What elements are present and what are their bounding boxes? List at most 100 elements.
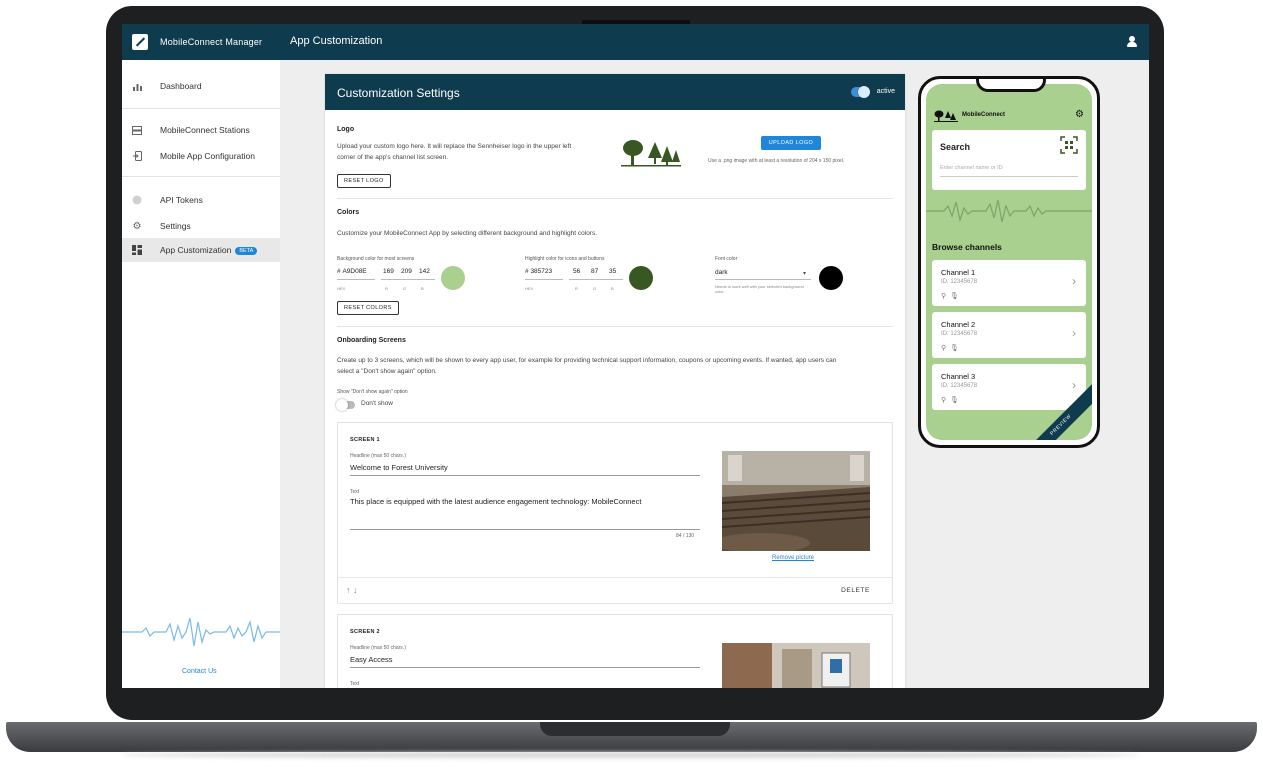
font-color-select[interactable]: dark	[715, 269, 728, 276]
dashboard-grid-icon	[132, 245, 142, 255]
g-sublabel: G	[403, 286, 407, 291]
dont-show-option-label: Show "Don't show again" option	[337, 389, 408, 395]
forest-logo-icon	[934, 110, 958, 122]
highlight-color-swatch[interactable]	[629, 266, 653, 290]
channel-list-item[interactable]: Channel 1 ID: 12345678 ⚲ 🎙 ›	[932, 260, 1086, 306]
phone-notch	[976, 79, 1046, 92]
dont-show-toggle-label: Don't show	[361, 400, 393, 407]
input-underline	[715, 279, 811, 280]
sidebar-item-mobile-app-config[interactable]: Mobile App Configuration	[122, 144, 280, 168]
arrow-down-icon[interactable]: ↓	[353, 585, 358, 595]
font-color-swatch[interactable]	[819, 266, 843, 290]
onboarding-description-line1: Create up to 3 screens, which will be sh…	[337, 357, 837, 364]
highlight-g-field[interactable]: 87	[591, 268, 598, 275]
sidebar-item-label: App Customization	[160, 245, 232, 255]
channel-id: ID: 12345678	[941, 331, 978, 337]
gear-icon[interactable]: ⚙	[1075, 109, 1084, 120]
sennheiser-logo-icon[interactable]	[132, 34, 148, 50]
input-underline	[605, 279, 623, 280]
hex-prefix: #	[337, 268, 341, 275]
background-color-swatch[interactable]	[441, 266, 465, 290]
reset-logo-button[interactable]: RESET LOGO	[337, 174, 391, 188]
arrow-up-icon[interactable]: ↑	[346, 585, 351, 595]
customization-settings-card: Customization Settings active Logo Uploa…	[325, 74, 905, 688]
input-underline	[940, 176, 1078, 177]
g-sublabel: G	[593, 286, 597, 291]
input-underline	[381, 279, 399, 280]
phone-search-input[interactable]: Enter channel name or ID	[940, 165, 1003, 171]
text-label: Text	[350, 489, 360, 495]
chevron-right-icon: ›	[1072, 274, 1076, 288]
background-r-field[interactable]: 169	[383, 268, 394, 275]
highlight-r-field[interactable]: 56	[573, 268, 580, 275]
highlight-hex-value: 385723	[530, 268, 553, 275]
microphone-icon: 🎙	[950, 293, 959, 300]
location-pin-icon: ⚲	[941, 397, 947, 404]
sidebar-item-api-tokens[interactable]: API Tokens	[122, 188, 280, 212]
lecture-hall-photo	[722, 451, 870, 551]
headline-input[interactable]: Easy Access	[350, 655, 393, 664]
highlight-b-field[interactable]: 35	[609, 268, 616, 275]
brand-name: MobileConnect Manager	[160, 37, 263, 47]
logo-description-line2: corner of the app's channel list screen.	[337, 154, 449, 161]
headline-input[interactable]: Welcome to Forest University	[350, 463, 448, 472]
sidebar-item-app-customization[interactable]: App Customization BETA	[122, 238, 280, 262]
contact-us-link[interactable]: Contact Us	[182, 668, 217, 675]
screen-2-photo	[722, 643, 870, 688]
background-color-label: Background color for most screens	[337, 256, 415, 262]
active-toggle-label: active	[876, 88, 895, 95]
logo-description-line1: Upload your custom logo here. It will re…	[337, 143, 572, 150]
phone-preview: MobileConnect ⚙ Search Enter channel nam…	[918, 76, 1100, 448]
user-account-icon[interactable]	[1127, 36, 1137, 48]
input-underline	[337, 279, 375, 280]
bar-chart-icon	[132, 81, 142, 91]
sidebar-item-stations[interactable]: MobileConnect Stations	[122, 118, 280, 142]
channel-id: ID: 12345678	[941, 279, 978, 285]
qr-scan-icon[interactable]	[1060, 136, 1078, 154]
delete-screen-button[interactable]: DELETE	[841, 587, 870, 594]
dont-show-toggle[interactable]	[336, 399, 355, 411]
highlight-hex-field[interactable]: # 385723	[525, 268, 552, 275]
r-sublabel: R	[385, 286, 388, 291]
input-underline	[399, 279, 417, 280]
channel-list-item[interactable]: Channel 3 ID: 12345678 ⚲ 🎙 ›	[932, 364, 1086, 410]
section-divider	[337, 326, 893, 327]
beta-badge: BETA	[235, 246, 258, 255]
sidebar: Dashboard MobileConnect Stations Mobile …	[122, 60, 280, 688]
channel-list-item[interactable]: Channel 2 ID: 12345678 ⚲ 🎙 ›	[932, 312, 1086, 358]
background-g-field[interactable]: 209	[401, 268, 412, 275]
text-input[interactable]: This place is equipped with the latest a…	[350, 497, 700, 506]
microphone-icon: 🎙	[950, 345, 959, 352]
b-sublabel: B	[421, 286, 424, 291]
phone-search-card: Search Enter channel name or ID	[932, 130, 1086, 190]
font-color-note: Needs to work well with your selected ba…	[715, 284, 804, 294]
onboarding-screen-card: SCREEN 1 Headline (max 50 chars.) Welcom…	[337, 422, 893, 604]
sidebar-item-settings[interactable]: ⚙ Settings	[122, 214, 280, 238]
active-toggle[interactable]	[851, 86, 870, 98]
font-color-label: Font color	[715, 256, 738, 262]
chevron-down-icon[interactable]: ▾	[803, 270, 806, 277]
sidebar-divider	[122, 176, 280, 177]
sidebar-item-dashboard[interactable]: Dashboard	[122, 74, 280, 98]
character-count: 84 / 130	[676, 533, 695, 539]
browse-channels-title: Browse channels	[932, 242, 1002, 252]
remove-picture-link[interactable]: Remove picture	[772, 555, 814, 561]
upload-logo-button[interactable]: UPLOAD LOGO	[761, 136, 821, 150]
b-sublabel: B	[611, 286, 614, 291]
page-title: App Customization	[290, 35, 383, 47]
phone-config-icon	[132, 151, 142, 161]
location-pin-icon: ⚲	[941, 293, 947, 300]
input-underline	[569, 279, 587, 280]
server-icon	[132, 125, 142, 135]
headline-label: Headline (max 50 chars.)	[350, 645, 406, 651]
background-b-field[interactable]: 142	[419, 268, 430, 275]
headline-label: Headline (max 50 chars.)	[350, 453, 406, 459]
input-underline	[350, 667, 700, 668]
logo-section-title: Logo	[337, 126, 355, 133]
channel-name: Channel 1	[941, 268, 976, 277]
background-hex-value: A9D08E	[342, 268, 367, 275]
input-underline	[525, 279, 563, 280]
phone-brand-name: MobileConnect	[962, 112, 1005, 118]
reset-colors-button[interactable]: RESET COLORS	[337, 301, 399, 315]
background-hex-field[interactable]: # A9D08E	[337, 268, 367, 275]
